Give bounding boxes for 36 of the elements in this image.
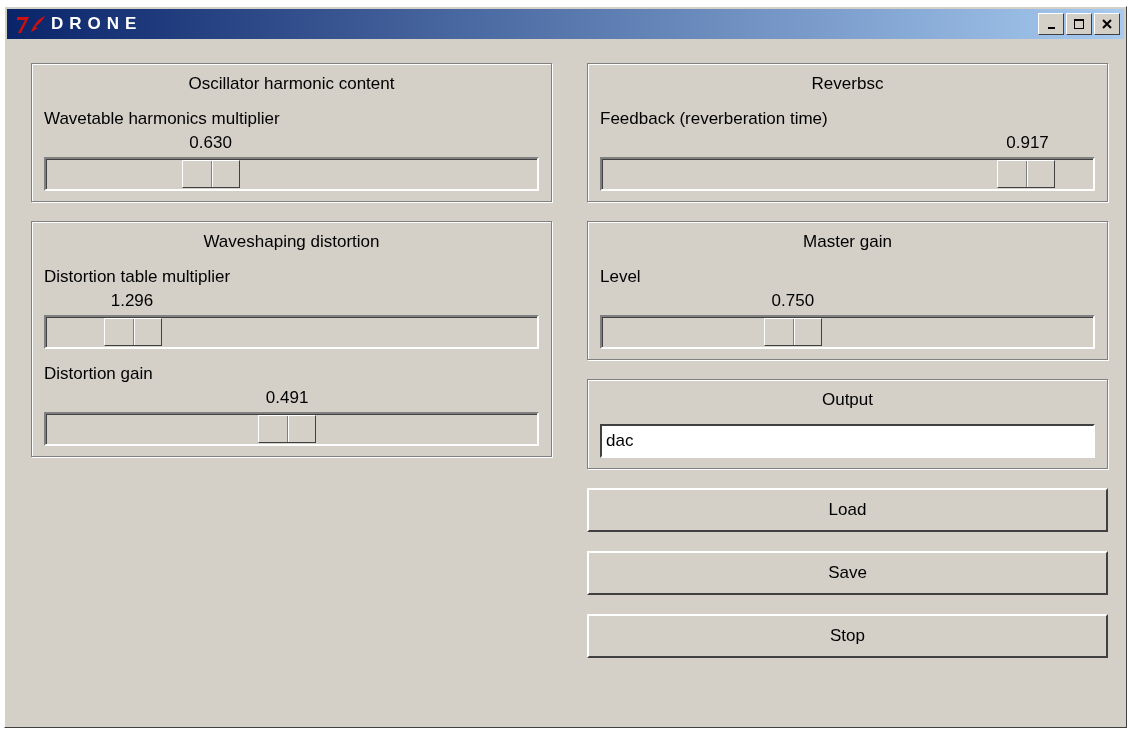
slider-label: Wavetable harmonics multiplier [44, 109, 280, 129]
slider-value: 0.917 [1006, 133, 1049, 153]
slider-label: Distortion gain [44, 364, 153, 384]
slider-thumb[interactable] [258, 415, 317, 443]
frame-title: Waveshaping distortion [203, 232, 380, 252]
slider-track[interactable] [600, 157, 1095, 191]
action-button[interactable]: Load [587, 488, 1108, 532]
slider-label: Distortion table multiplier [44, 267, 231, 287]
minimize-icon [1047, 27, 1055, 29]
frame-title: Reverbsc [811, 74, 884, 94]
slider-thumb[interactable] [996, 160, 1055, 188]
frame-title: Oscillator harmonic content [188, 74, 395, 94]
frame-title: Master gain [803, 232, 892, 252]
slider-track[interactable] [600, 315, 1095, 349]
slider-track[interactable] [44, 157, 539, 191]
close-button[interactable] [1094, 13, 1120, 35]
slider-value: 0.630 [189, 133, 232, 153]
maximize-button[interactable] [1066, 13, 1092, 35]
slider-value: 0.750 [771, 291, 815, 311]
slider-thumb[interactable] [104, 318, 163, 346]
slider-value: 0.491 [265, 388, 309, 408]
maximize-icon [1073, 18, 1085, 30]
slider-thumb[interactable] [182, 160, 241, 188]
slider-label: Level [600, 267, 641, 287]
frame-title: Output [821, 390, 873, 410]
slider-thumb[interactable] [764, 318, 823, 346]
slider-track[interactable] [44, 412, 539, 446]
action-button[interactable]: Stop [587, 614, 1108, 658]
slider-value: 1.296 [110, 291, 154, 311]
window-title: DRONE [51, 14, 143, 34]
close-icon [1101, 18, 1113, 30]
minimize-button[interactable] [1038, 13, 1064, 35]
slider-track[interactable] [44, 315, 539, 349]
action-button[interactable]: Save [587, 551, 1108, 595]
slider-label: Feedback (reverberation time) [600, 109, 828, 129]
output-field[interactable]: dac [600, 424, 1095, 458]
